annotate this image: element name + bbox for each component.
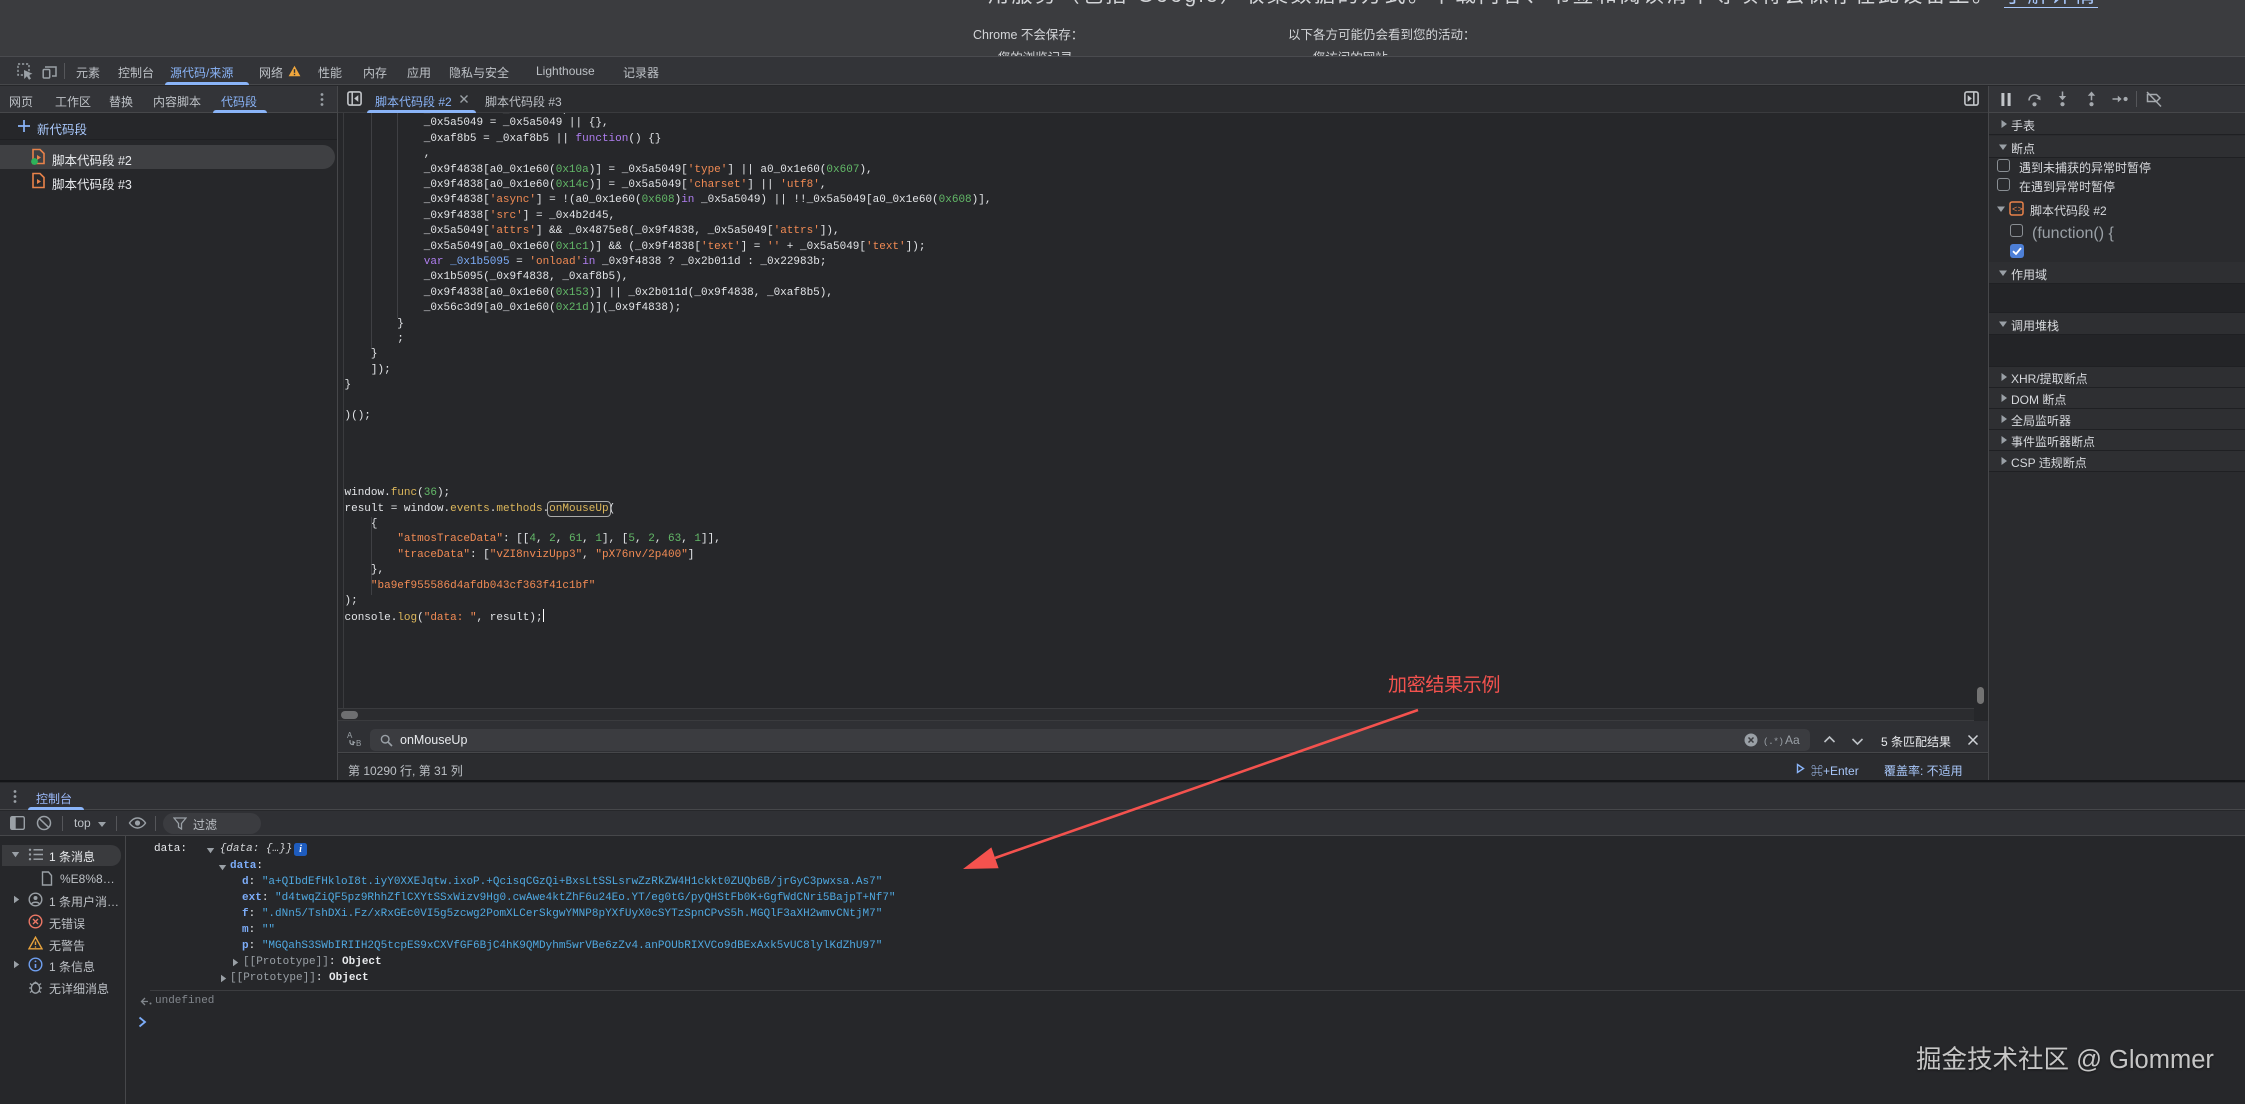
svg-text:<>: <>: [2012, 205, 2023, 215]
svg-text:B: B: [356, 739, 361, 747]
svg-text:A: A: [347, 731, 353, 740]
